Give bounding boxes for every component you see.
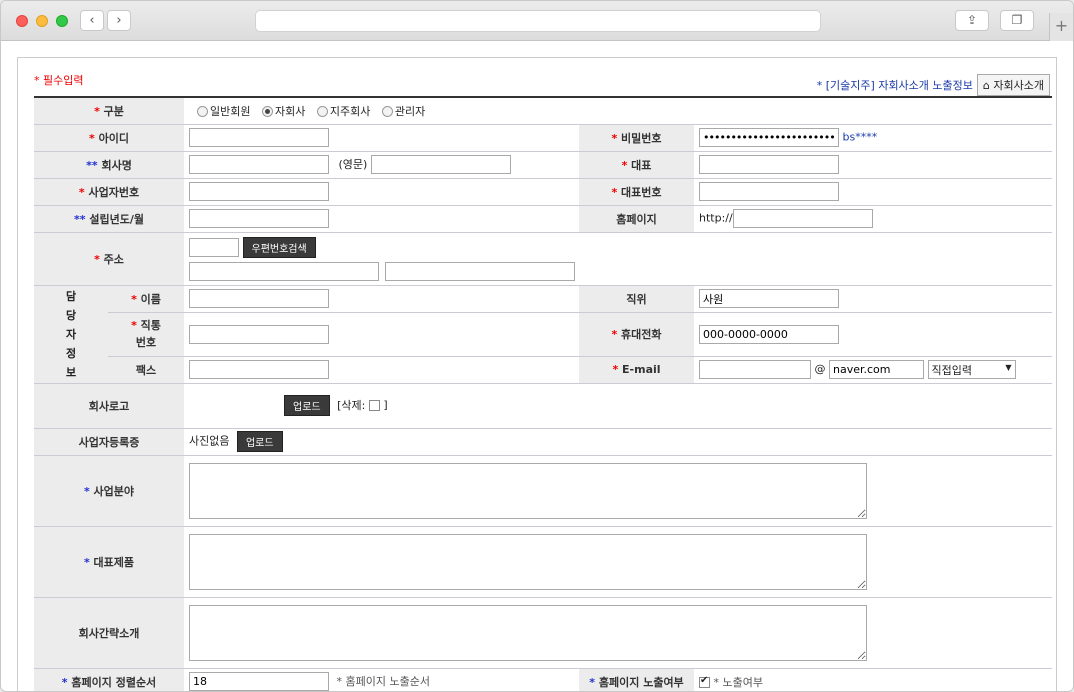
company-name-label: ** 회사명 [34, 151, 184, 179]
intro-button-label: 자회사소개 [993, 79, 1044, 92]
forward-icon[interactable]: › [107, 10, 131, 31]
biz-cert-upload-button[interactable]: 업로드 [236, 431, 283, 452]
biz-cert-status: 사진없음 [189, 434, 230, 448]
intro-button[interactable]: ⌂ 자회사소개 [976, 74, 1050, 96]
email-id-input[interactable] [699, 360, 811, 379]
homepage-label: 홈페이지 [579, 205, 694, 233]
sort-order-label: * 홈페이지 정렬순서 [34, 668, 184, 691]
share-icon[interactable]: ⇪ [955, 10, 989, 31]
exposure-note: * 노출여부 [713, 675, 763, 689]
maximize-window-button[interactable] [56, 15, 68, 27]
minimize-window-button[interactable] [36, 15, 48, 27]
contact-name-input[interactable] [189, 289, 329, 308]
biz-number-input[interactable] [189, 182, 329, 201]
radio-general[interactable] [197, 106, 208, 118]
logo-delete-checkbox[interactable] [368, 400, 380, 411]
intro-info-area: * [기술지주] 자회사소개 노출정보 ⌂ 자회사소개 [817, 74, 1050, 96]
radio-admin[interactable] [381, 106, 393, 118]
homepage-prefix: http:// [699, 211, 733, 225]
biz-field-textarea[interactable] [189, 462, 867, 519]
address-bar[interactable] [255, 10, 821, 32]
ceo-phone-label: * 대표번호 [579, 178, 694, 206]
browser-window: ‹ › ⇪ ❐ + * 필수입력 * [기술지주] 자회사소개 노출정보 ⌂ 자… [0, 0, 1074, 692]
company-name-input[interactable] [189, 155, 329, 174]
biz-cert-label: 사업자등록증 [34, 428, 184, 456]
intro-info-link[interactable]: * [기술지주] 자회사소개 노출정보 [817, 77, 973, 93]
logo-label: 회사로고 [34, 383, 184, 429]
zip-input[interactable] [189, 237, 239, 257]
main-product-textarea[interactable] [189, 533, 867, 590]
logo-upload-button[interactable]: 업로드 [284, 395, 330, 416]
member-form-table: * 구분 일반회원 자회사 지주회사 관리자 * 아이디 * 비밀번호 bs**… [34, 96, 1053, 691]
email-at: @ [814, 362, 826, 376]
direct-number-label: * 직통 번호 [108, 312, 184, 357]
position-label: 직위 [579, 285, 694, 313]
main-product-label: * 대표제품 [34, 526, 184, 598]
page-content: * 필수입력 * [기술지주] 자회사소개 노출정보 ⌂ 자회사소개 * 구분 … [17, 57, 1057, 691]
address-label: * 주소 [34, 232, 184, 286]
category-options: 일반회원 자회사 지주회사 관리자 [184, 97, 1053, 125]
homepage-input[interactable] [732, 209, 873, 228]
fax-input[interactable] [189, 360, 329, 379]
ceo-label: * 대표 [579, 151, 694, 179]
new-tab-icon[interactable]: + [1049, 13, 1073, 41]
sort-order-input[interactable] [189, 672, 329, 691]
password-input[interactable] [699, 128, 839, 147]
back-icon[interactable]: ‹ [80, 10, 104, 31]
user-id-input[interactable] [189, 128, 329, 147]
exposure-checkbox[interactable] [699, 675, 710, 688]
fax-label: 팩스 [108, 356, 184, 384]
radio-subsidiary[interactable] [261, 106, 273, 118]
address2-input[interactable] [384, 261, 575, 281]
eng-name-label: (영문) [338, 157, 368, 171]
ceo-input[interactable] [699, 155, 839, 174]
company-eng-name-input[interactable] [371, 155, 512, 174]
zip-search-button[interactable]: 우편번호검색 [242, 236, 316, 258]
contact-name-label: * 이름 [108, 285, 184, 313]
direct-number-input[interactable] [189, 324, 329, 344]
mobile-label: * 휴대전화 [579, 312, 694, 357]
company-intro-textarea[interactable] [189, 604, 867, 661]
ceo-phone-input[interactable] [699, 182, 839, 201]
radio-holding[interactable] [316, 106, 328, 118]
email-domain-select[interactable]: 직접입력 [927, 360, 1016, 379]
position-input[interactable] [699, 289, 839, 308]
home-icon: ⌂ [982, 79, 990, 92]
founded-label: ** 설립년도/월 [34, 205, 184, 233]
contact-group-label: 담당자정보 [34, 285, 108, 384]
logo-delete-label: [삭제: [337, 398, 366, 412]
email-label: * E-mail [579, 356, 694, 384]
close-window-button[interactable] [16, 15, 28, 27]
company-intro-label: 회사간략소개 [34, 597, 184, 669]
user-id-label: * 아이디 [34, 124, 184, 152]
exposure-label: * 홈페이지 노출여부 [579, 668, 694, 691]
required-note: * 필수입력 [34, 74, 84, 87]
founded-input[interactable] [189, 209, 329, 228]
biz-number-label: * 사업자번호 [34, 178, 184, 206]
address1-input[interactable] [189, 261, 379, 281]
password-hint: bs**** [842, 130, 878, 144]
biz-field-label: * 사업분야 [34, 455, 184, 527]
mobile-input[interactable] [699, 324, 839, 344]
sort-order-note: * 홈페이지 노출순서 [336, 674, 430, 688]
category-label: * 구분 [34, 97, 184, 125]
browser-toolbar: ‹ › ⇪ ❐ + [1, 1, 1073, 41]
email-domain-input[interactable] [829, 360, 924, 379]
tabs-icon[interactable]: ❐ [1000, 10, 1034, 31]
password-label: * 비밀번호 [579, 124, 694, 152]
